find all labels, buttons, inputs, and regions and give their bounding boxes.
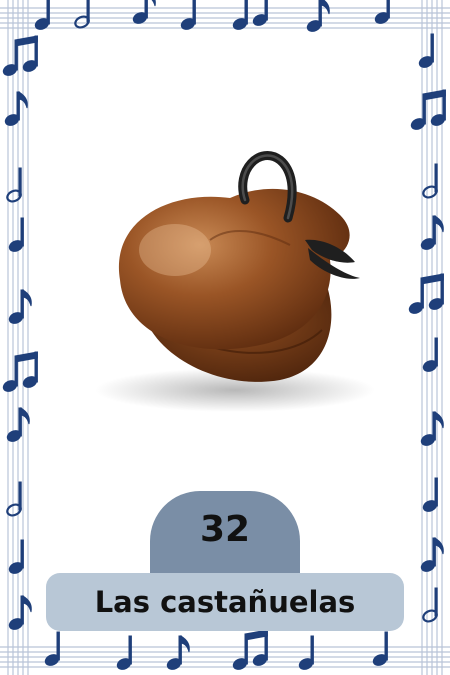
card-number: 32 (199, 509, 251, 550)
music-note-icon (1, 35, 39, 632)
music-note-icon (43, 629, 389, 672)
card-name: Las castañuelas (94, 585, 356, 619)
castanets-icon (95, 151, 375, 412)
card-name-label: Las castañuelas (46, 573, 404, 631)
card-number-tab: 32 (150, 491, 300, 576)
flashcard: 32 Las castañuelas (0, 0, 450, 675)
